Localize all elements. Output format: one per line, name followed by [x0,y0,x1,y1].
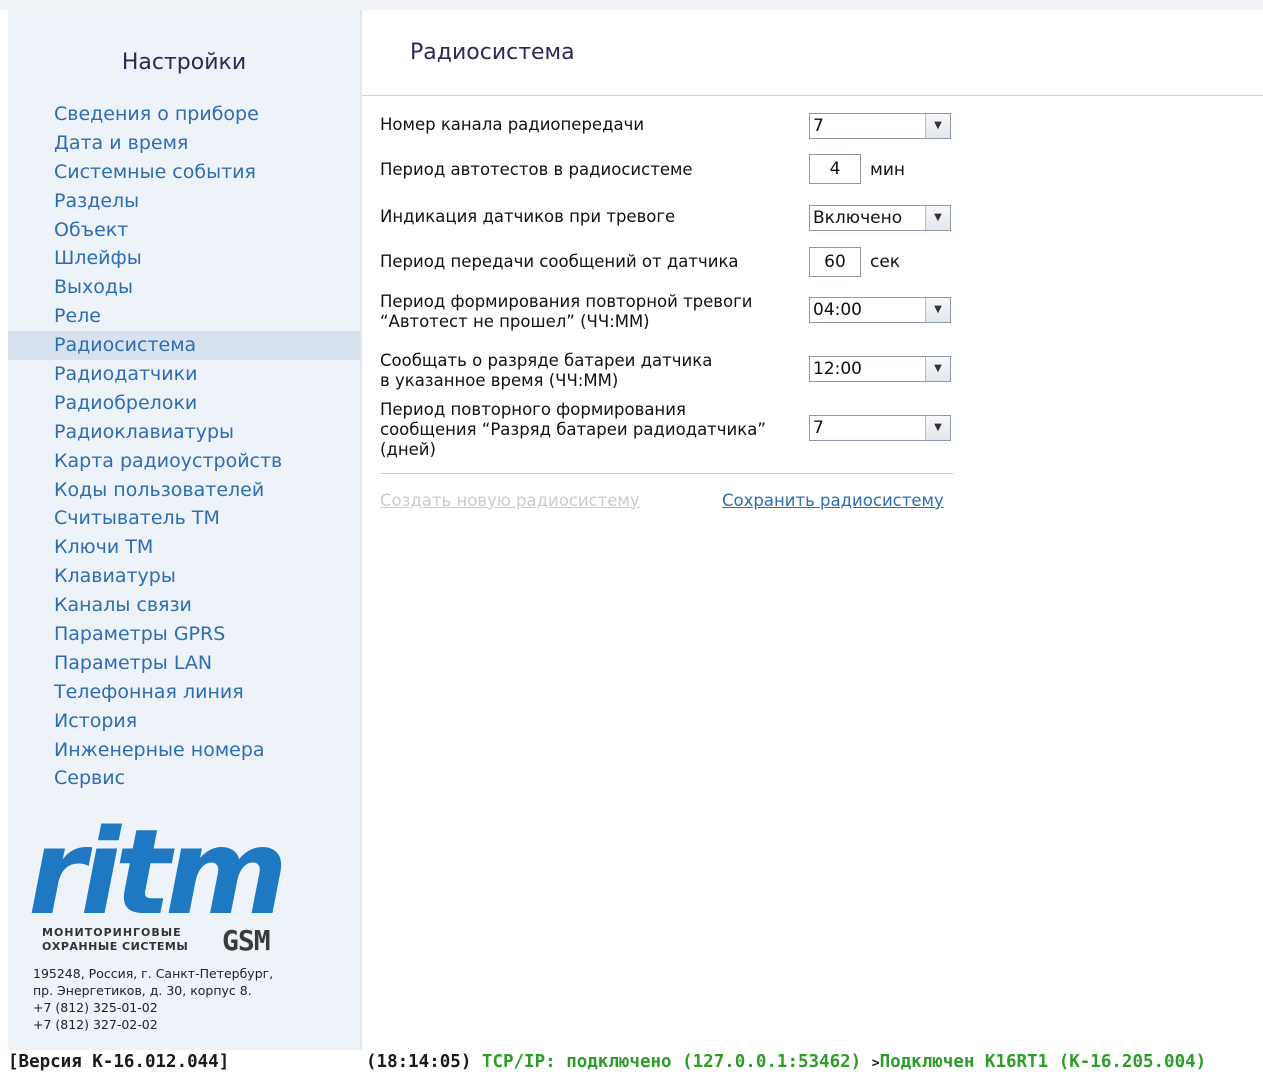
page-title: Радиосистема [410,40,575,65]
svg-text:ritm: ritm [28,805,282,941]
status-time: (18:14:05) [366,1052,472,1072]
battery-repeat-period-select[interactable]: 7 ▼ [809,415,951,441]
status-bar: [Версия К-16.012.044] (18:14:05) TCP/IP:… [0,1050,1263,1075]
sidebar-item[interactable]: Каналы связи [8,591,360,620]
battery-report-time-select[interactable]: 12:00 ▼ [809,356,951,382]
form-divider [380,473,954,474]
alarm-indication-select[interactable]: Включено ▼ [809,205,951,231]
sensor-msg-period-unit: сек [870,252,901,272]
repeat-alarm-period-value: 04:00 [813,300,862,320]
sidebar-item[interactable]: Радиоклавиатуры [8,418,360,447]
sidebar-item[interactable]: Параметры LAN [8,649,360,678]
battery-report-time-value: 12:00 [813,359,862,379]
sidebar-item[interactable]: Ключи ТМ [8,533,360,562]
sidebar-item[interactable]: Телефонная линия [8,678,360,707]
sidebar-item[interactable]: Параметры GPRS [8,620,360,649]
create-radiosystem-link: Создать новую радиосистему [380,491,640,510]
channel-select-value: 7 [813,116,824,136]
sidebar-item[interactable]: Разделы [8,187,360,216]
sidebar-item[interactable]: Системные события [8,158,360,187]
sidebar-item[interactable]: Дата и время [8,129,360,158]
svg-text:GSM: GSM [222,924,270,955]
autotest-period-input[interactable] [809,154,861,184]
chevron-down-icon[interactable]: ▼ [925,206,950,230]
sidebar-item[interactable]: Выходы [8,273,360,302]
ritm-logo: ritm МОНИТОРИНГОВЫЕ ОХРАННЫЕ СИСТЕМЫ GSM [26,803,346,959]
alarm-indication-label: Индикация датчиков при тревоге [380,207,676,226]
channel-label: Номер канала радиопередачи [380,115,645,134]
sidebar-item[interactable]: Считыватель ТМ [8,504,360,533]
sidebar-item[interactable]: Радиодатчики [8,360,360,389]
sidebar-item[interactable]: Коды пользователей [8,476,360,505]
title-divider [362,95,1263,96]
chevron-down-icon[interactable]: ▼ [925,357,950,381]
device-status: Подключен K16RT1 (К-16.205.004) [879,1052,1207,1072]
svg-text:ОХРАННЫЕ СИСТЕМЫ: ОХРАННЫЕ СИСТЕМЫ [42,940,188,953]
top-strip [0,0,1263,10]
sidebar-item[interactable]: Радиосистема [8,331,360,361]
sidebar-item[interactable]: Реле [8,302,360,331]
alarm-indication-value: Включено [813,208,903,228]
tcp-status: TCP/IP: подключено (127.0.0.1:53462) [481,1052,862,1072]
sidebar-item[interactable]: Сведения о приборе [8,100,360,129]
sidebar-item[interactable]: Шлейфы [8,244,360,273]
sensor-msg-period-input[interactable] [809,247,861,277]
sidebar-item[interactable]: Карта радиоустройств [8,447,360,476]
battery-report-time-label: Сообщать о разряде батареи датчика в ука… [380,351,713,390]
battery-repeat-period-label: Период повторного формирования сообщения… [380,400,766,459]
sidebar-divider [360,10,362,1050]
repeat-alarm-period-select[interactable]: 04:00 ▼ [809,297,951,323]
sidebar-item[interactable]: Радиобрелоки [8,389,360,418]
sidebar-title: Настройки [121,50,247,75]
chevron-down-icon[interactable]: ▼ [925,114,950,138]
ritm-logo-graphic: ritm МОНИТОРИНГОВЫЕ ОХРАННЫЕ СИСТЕМЫ GSM [28,803,288,957]
autotest-period-unit: мин [870,160,905,180]
connection-status: (18:14:05) TCP/IP: подключено (127.0.0.1… [366,1050,1206,1076]
svg-text:МОНИТОРИНГОВЫЕ: МОНИТОРИНГОВЫЕ [42,926,182,939]
save-radiosystem-link[interactable]: Сохранить радиосистему [722,491,944,510]
sidebar-nav: Сведения о приборе Дата и время Системные … [8,100,360,793]
battery-repeat-period-value: 7 [813,418,824,438]
sensor-msg-period-label: Период передачи сообщений от датчика [380,252,739,271]
version-label: [Версия К-16.012.044] [8,1052,230,1072]
autotest-period-label: Период автотестов в радиосистеме [380,160,693,179]
sidebar: Настройки Сведения о приборе Дата и время… [8,10,360,1050]
repeat-alarm-period-label: Период формирования повторной тревоги “А… [380,292,753,331]
sidebar-item[interactable]: Сервис [8,764,360,793]
chevron-down-icon[interactable]: ▼ [925,298,950,322]
sidebar-item[interactable]: Объект [8,216,360,245]
sidebar-item[interactable]: История [8,707,360,736]
company-address: 195248, Россия, г. Санкт-Петербург, пр. … [33,966,274,1032]
sidebar-item[interactable]: Инженерные номера [8,736,360,765]
status-arrow: > [871,1056,880,1071]
channel-select[interactable]: 7 ▼ [809,113,951,139]
chevron-down-icon[interactable]: ▼ [925,416,950,440]
sidebar-item[interactable]: Клавиатуры [8,562,360,591]
